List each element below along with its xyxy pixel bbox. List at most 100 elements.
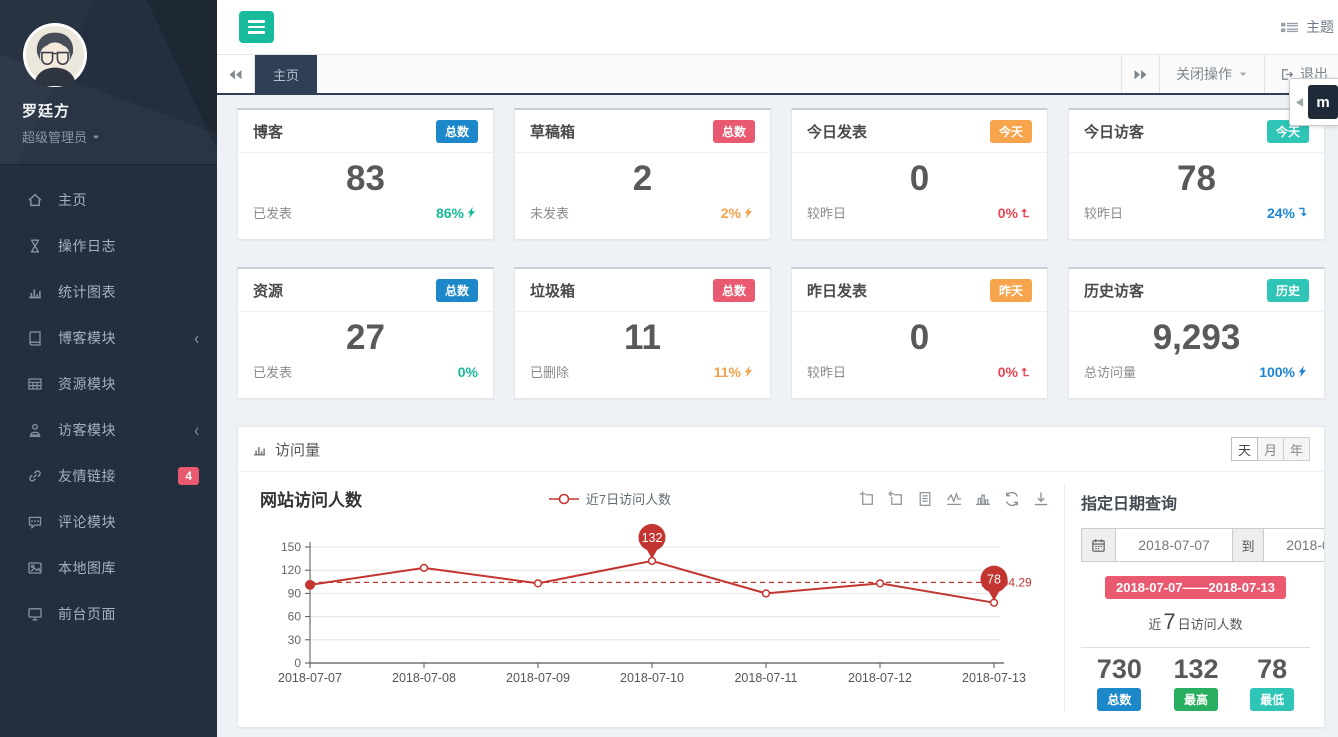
stat-card-value: 78 xyxy=(1084,157,1309,201)
to-separator: 到 xyxy=(1232,528,1264,562)
page-content: 博客 总数 83 已发表 86% 草稿箱 总数 2 未发表 2% xyxy=(217,95,1338,737)
stat-card-badge: 总数 xyxy=(713,120,755,143)
image-icon xyxy=(27,560,43,576)
tab-spacer xyxy=(317,55,1121,93)
svg-text:150: 150 xyxy=(281,540,301,554)
visitor-icon xyxy=(27,422,43,438)
date-range-badge: 2018-07-07——2018-07-13 xyxy=(1105,576,1286,599)
sidebar-item-comments[interactable]: 评论模块 ‹ xyxy=(0,499,217,545)
stat-card: 草稿箱 总数 2 未发表 2% xyxy=(514,108,771,240)
chevron-left-icon: ‹ xyxy=(194,328,199,349)
query-subtitle: 近7日访问人数 xyxy=(1081,609,1324,635)
edge-panel-toggle[interactable]: m xyxy=(1289,78,1338,126)
stat-card-sublabel: 已发表 xyxy=(253,203,292,222)
stat-card-title: 草稿箱 xyxy=(530,121,575,142)
sidebar-item-stats[interactable]: 统计图表 ‹ xyxy=(0,269,217,315)
sidebar-nav: 主页 ‹ 操作日志 ‹ 统计图表 ‹ 博客模块 ‹ 资源模块 ‹ 访客模块 ‹ … xyxy=(0,165,217,637)
stat-card: 垃圾箱 总数 11 已删除 11% xyxy=(514,267,771,399)
bar-chart2-icon[interactable] xyxy=(974,490,992,508)
stat-card: 资源 总数 27 已发表 0% xyxy=(237,267,494,399)
sidebar-item-op-log[interactable]: 操作日志 ‹ xyxy=(0,223,217,269)
legend-label: 近7日访问人数 xyxy=(586,489,671,508)
sidebar-item-label: 友情链接 xyxy=(58,466,178,486)
stat-card-value: 83 xyxy=(253,157,478,201)
zoom-select-icon[interactable] xyxy=(858,490,876,508)
home-icon xyxy=(27,192,43,208)
sidebar-toggle-button[interactable] xyxy=(239,11,274,43)
svg-text:60: 60 xyxy=(288,610,302,624)
svg-text:2018-07-13: 2018-07-13 xyxy=(962,671,1026,685)
stat-card-badge: 历史 xyxy=(1267,279,1309,302)
desktop-icon xyxy=(27,606,43,622)
svg-text:120: 120 xyxy=(281,563,301,577)
sidebar-item-gallery[interactable]: 本地图库 ‹ xyxy=(0,545,217,591)
stat-card-value: 0 xyxy=(807,157,1032,201)
stat-card-title: 博客 xyxy=(253,121,283,142)
caret-down-icon xyxy=(1238,69,1248,79)
range-button-年[interactable]: 年 xyxy=(1283,437,1310,461)
chart-title: 网站访问人数 xyxy=(260,486,362,511)
bar-chart-icon xyxy=(252,442,267,457)
scroll-tabs-left-button[interactable] xyxy=(217,55,255,93)
zoom-reset-icon[interactable] xyxy=(887,490,905,508)
avatar[interactable] xyxy=(22,22,88,88)
close-operations-label: 关闭操作 xyxy=(1176,64,1232,84)
stat-card-value: 9,293 xyxy=(1084,316,1309,360)
subtitle-suffix: 日访问人数 xyxy=(1178,617,1243,632)
stat-card-title: 今日发表 xyxy=(807,121,867,142)
query-stat-value: 730 xyxy=(1097,654,1142,685)
divider xyxy=(1081,647,1310,648)
legend-item[interactable]: 近7日访问人数 xyxy=(549,489,671,508)
sidebar-item-blog[interactable]: 博客模块 ‹ xyxy=(0,315,217,361)
stat-card-sublabel: 较昨日 xyxy=(807,362,846,381)
tab-home[interactable]: 主页 xyxy=(255,55,317,93)
query-stat-badge: 总数 xyxy=(1097,688,1141,711)
date-to-input[interactable] xyxy=(1263,528,1324,562)
edge-widget-glyph: m xyxy=(1308,85,1338,119)
stat-card-percent: 2% xyxy=(721,205,755,221)
sidebar-item-home[interactable]: 主页 ‹ xyxy=(0,177,217,223)
chevron-left-icon: ‹ xyxy=(194,420,199,441)
sidebar-item-label: 评论模块 xyxy=(58,512,199,532)
caret-down-icon xyxy=(91,132,101,142)
theme-button[interactable]: 主题 xyxy=(1280,17,1336,37)
sidebar-item-label: 资源模块 xyxy=(58,374,199,394)
range-button-天[interactable]: 天 xyxy=(1231,437,1258,461)
caret-left-icon xyxy=(1295,97,1304,108)
visits-line-chart: 03060901201502018-07-072018-07-082018-07… xyxy=(252,515,1052,685)
range-button-月[interactable]: 月 xyxy=(1257,437,1284,461)
stat-card-percent: 86% xyxy=(436,205,478,221)
close-operations-dropdown[interactable]: 关闭操作 xyxy=(1159,55,1264,93)
restore-icon[interactable] xyxy=(1003,490,1021,508)
query-stat: 132 最高 xyxy=(1173,654,1218,711)
sidebar-item-links[interactable]: 友情链接 4 ‹ xyxy=(0,453,217,499)
sidebar-item-visitor[interactable]: 访客模块 ‹ xyxy=(0,407,217,453)
stat-card: 博客 总数 83 已发表 86% xyxy=(237,108,494,240)
stat-card-sublabel: 已发表 xyxy=(253,362,292,381)
double-right-icon xyxy=(1133,69,1148,80)
line-chart-icon[interactable] xyxy=(945,490,963,508)
query-stat-badge: 最低 xyxy=(1250,688,1294,711)
svg-text:90: 90 xyxy=(288,586,302,600)
stat-card-badge: 今天 xyxy=(990,120,1032,143)
scroll-tabs-right-button[interactable] xyxy=(1121,55,1159,93)
user-role-dropdown[interactable]: 超级管理员 xyxy=(22,127,217,146)
svg-text:0: 0 xyxy=(294,656,301,670)
stat-card-value: 2 xyxy=(530,157,755,201)
bolt-icon xyxy=(465,206,478,219)
sidebar-item-resource[interactable]: 资源模块 ‹ xyxy=(0,361,217,407)
svg-text:132: 132 xyxy=(642,531,663,545)
stat-card: 历史访客 历史 9,293 总访问量 100% xyxy=(1068,267,1325,399)
level-down-icon xyxy=(1296,206,1309,219)
panel-title: 访问量 xyxy=(275,439,320,460)
data-view-icon[interactable] xyxy=(916,490,934,508)
sidebar-item-frontend[interactable]: 前台页面 ‹ xyxy=(0,591,217,637)
save-image-icon[interactable] xyxy=(1032,490,1050,508)
query-stats: 730 总数 132 最高 78 最低 xyxy=(1081,654,1324,711)
svg-text:2018-07-08: 2018-07-08 xyxy=(392,671,456,685)
calendar-icon xyxy=(1091,538,1106,553)
stat-card-sublabel: 未发表 xyxy=(530,203,569,222)
date-from-input[interactable] xyxy=(1115,528,1233,562)
legend-marker-icon xyxy=(549,492,579,506)
stat-card-value: 0 xyxy=(807,316,1032,360)
